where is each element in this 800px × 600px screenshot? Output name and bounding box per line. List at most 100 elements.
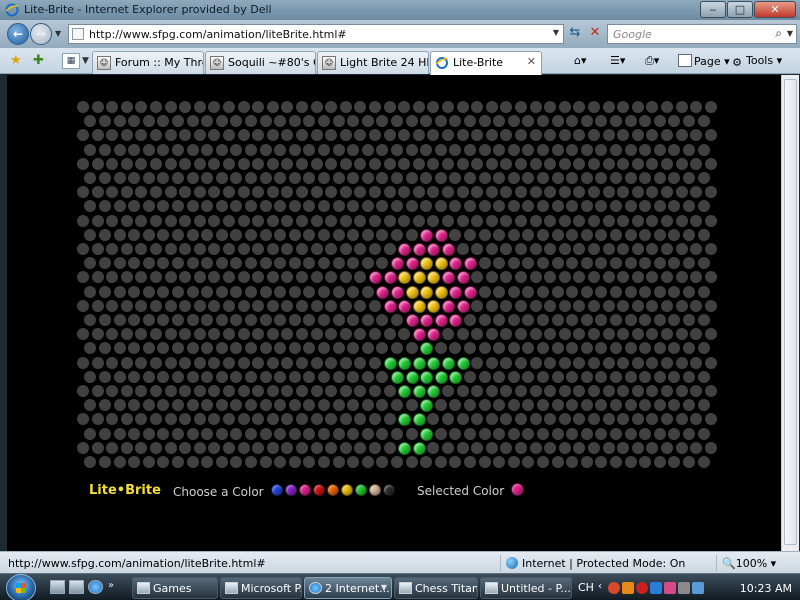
empty-peg[interactable] bbox=[588, 157, 600, 170]
empty-peg[interactable] bbox=[493, 257, 506, 270]
empty-peg[interactable] bbox=[536, 370, 549, 383]
empty-peg[interactable] bbox=[558, 214, 571, 227]
empty-peg[interactable] bbox=[515, 356, 527, 369]
empty-peg[interactable] bbox=[186, 115, 199, 128]
empty-peg[interactable] bbox=[646, 271, 659, 284]
empty-peg[interactable] bbox=[369, 243, 381, 255]
empty-peg[interactable] bbox=[303, 342, 316, 355]
empty-peg[interactable] bbox=[281, 101, 294, 113]
empty-peg[interactable] bbox=[310, 441, 323, 454]
empty-peg[interactable] bbox=[500, 441, 513, 454]
empty-peg[interactable] bbox=[332, 200, 345, 213]
empty-peg[interactable] bbox=[281, 356, 294, 369]
empty-peg[interactable] bbox=[252, 385, 265, 397]
lit-peg[interactable] bbox=[412, 441, 426, 455]
empty-peg[interactable] bbox=[128, 143, 141, 156]
empty-peg[interactable] bbox=[558, 385, 571, 397]
empty-peg[interactable] bbox=[215, 314, 228, 326]
tab-soquili[interactable]: ☺ Soquili ~#80's Chris... bbox=[205, 51, 316, 74]
empty-peg[interactable] bbox=[325, 299, 338, 312]
empty-peg[interactable] bbox=[128, 285, 141, 298]
empty-peg[interactable] bbox=[485, 413, 498, 426]
empty-peg[interactable] bbox=[661, 129, 673, 142]
empty-peg[interactable] bbox=[128, 228, 141, 241]
empty-peg[interactable] bbox=[288, 200, 301, 213]
empty-peg[interactable] bbox=[339, 441, 352, 454]
lit-peg[interactable] bbox=[390, 285, 404, 299]
empty-peg[interactable] bbox=[522, 399, 535, 412]
empty-peg[interactable] bbox=[98, 143, 111, 156]
empty-peg[interactable] bbox=[91, 186, 104, 199]
lit-peg[interactable] bbox=[390, 257, 404, 271]
empty-peg[interactable] bbox=[704, 101, 717, 113]
empty-peg[interactable] bbox=[515, 328, 527, 341]
empty-peg[interactable] bbox=[113, 427, 126, 440]
empty-peg[interactable] bbox=[201, 456, 214, 468]
empty-peg[interactable] bbox=[449, 427, 462, 440]
empty-peg[interactable] bbox=[420, 172, 433, 184]
empty-peg[interactable] bbox=[186, 143, 199, 156]
empty-peg[interactable] bbox=[157, 314, 170, 326]
empty-peg[interactable] bbox=[135, 299, 148, 312]
empty-peg[interactable] bbox=[91, 243, 104, 255]
empty-peg[interactable] bbox=[259, 399, 272, 412]
empty-peg[interactable] bbox=[493, 456, 506, 468]
empty-peg[interactable] bbox=[77, 441, 89, 454]
empty-peg[interactable] bbox=[595, 115, 608, 128]
empty-peg[interactable] bbox=[186, 172, 199, 184]
empty-peg[interactable] bbox=[106, 271, 119, 284]
empty-peg[interactable] bbox=[442, 157, 454, 170]
empty-peg[interactable] bbox=[281, 299, 294, 312]
empty-peg[interactable] bbox=[566, 115, 579, 128]
empty-peg[interactable] bbox=[463, 427, 476, 440]
empty-peg[interactable] bbox=[558, 157, 571, 170]
empty-peg[interactable] bbox=[98, 257, 111, 270]
empty-peg[interactable] bbox=[668, 200, 681, 213]
empty-peg[interactable] bbox=[150, 186, 162, 199]
lit-peg[interactable] bbox=[420, 370, 434, 384]
lit-peg[interactable] bbox=[427, 328, 441, 342]
empty-peg[interactable] bbox=[128, 427, 141, 440]
empty-peg[interactable] bbox=[631, 101, 644, 113]
empty-peg[interactable] bbox=[434, 143, 447, 156]
empty-peg[interactable] bbox=[317, 115, 330, 128]
lit-peg[interactable] bbox=[398, 243, 412, 256]
lit-peg[interactable] bbox=[427, 299, 441, 313]
empty-peg[interactable] bbox=[274, 456, 287, 468]
empty-peg[interactable] bbox=[383, 214, 396, 227]
empty-peg[interactable] bbox=[449, 399, 462, 412]
empty-peg[interactable] bbox=[252, 101, 265, 113]
empty-peg[interactable] bbox=[237, 413, 250, 426]
empty-peg[interactable] bbox=[405, 342, 418, 355]
empty-peg[interactable] bbox=[398, 214, 411, 227]
tab-list-dropdown-icon[interactable]: ▼ bbox=[82, 56, 89, 72]
tab-forum[interactable]: ☺ Forum :: My Thread... bbox=[92, 51, 204, 74]
tools-menu[interactable]: ⚙ Tools ▾ bbox=[730, 54, 782, 69]
empty-peg[interactable] bbox=[281, 157, 294, 170]
empty-peg[interactable] bbox=[412, 129, 425, 142]
empty-peg[interactable] bbox=[91, 328, 104, 341]
empty-peg[interactable] bbox=[339, 328, 352, 341]
empty-peg[interactable] bbox=[230, 200, 243, 213]
empty-peg[interactable] bbox=[697, 115, 710, 128]
empty-peg[interactable] bbox=[500, 101, 513, 113]
empty-peg[interactable] bbox=[639, 115, 652, 128]
empty-peg[interactable] bbox=[288, 427, 301, 440]
empty-peg[interactable] bbox=[507, 143, 520, 156]
empty-peg[interactable] bbox=[544, 214, 557, 227]
empty-peg[interactable] bbox=[208, 157, 221, 170]
empty-peg[interactable] bbox=[120, 214, 133, 227]
empty-peg[interactable] bbox=[135, 385, 148, 397]
empty-peg[interactable] bbox=[529, 299, 542, 312]
empty-peg[interactable] bbox=[704, 441, 717, 454]
empty-peg[interactable] bbox=[551, 172, 564, 184]
empty-peg[interactable] bbox=[529, 441, 542, 454]
empty-peg[interactable] bbox=[595, 228, 608, 241]
empty-peg[interactable] bbox=[281, 186, 294, 199]
empty-peg[interactable] bbox=[325, 129, 338, 142]
empty-peg[interactable] bbox=[682, 370, 695, 383]
empty-peg[interactable] bbox=[522, 370, 535, 383]
empty-peg[interactable] bbox=[325, 271, 338, 284]
empty-peg[interactable] bbox=[325, 413, 338, 426]
empty-peg[interactable] bbox=[244, 370, 257, 383]
